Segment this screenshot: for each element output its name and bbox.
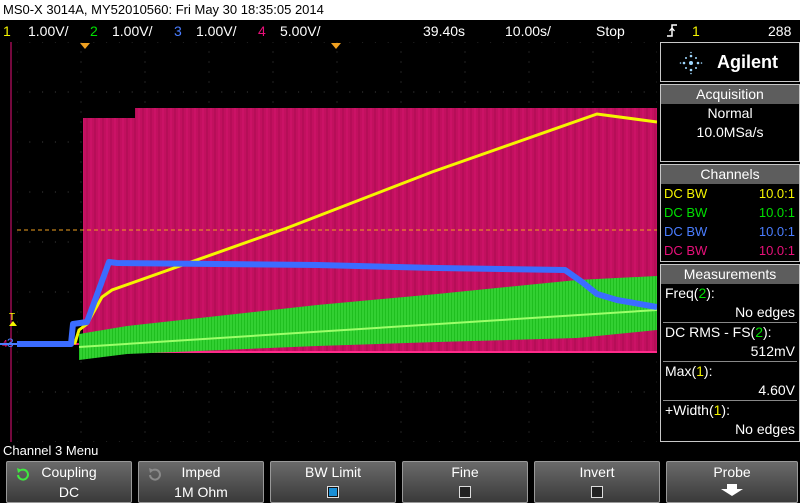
measurement-channel: 2 — [755, 324, 764, 340]
ch4-number[interactable]: 4 — [258, 20, 266, 42]
measurements-header: Measurements — [661, 265, 799, 284]
measurement-value: No edges — [735, 421, 795, 437]
channel-markers: T 4 3 — [0, 42, 17, 442]
channel-row: DC BW 10.0:1 — [661, 203, 799, 222]
measurement-name: Freq(2): — [661, 284, 799, 303]
measurement-label-end: ): — [706, 285, 715, 301]
channel-coupling: DC BW — [664, 186, 708, 201]
ch2-scale: 1.00V/ — [112, 23, 153, 39]
waveform-display[interactable] — [17, 42, 657, 442]
measurement-name: DC RMS - FS(2): — [661, 323, 799, 342]
acquisition-box: Acquisition Normal 10.0MSa/s — [660, 84, 800, 162]
measurement-label: Freq( — [665, 285, 699, 301]
fine-softkey[interactable]: Fine — [402, 461, 528, 503]
measurement-label: +Width( — [665, 402, 714, 418]
imped-label: Imped — [181, 464, 221, 480]
measurement-value: 512mV — [750, 343, 795, 359]
arrow-down-icon — [718, 484, 746, 500]
ch3-number[interactable]: 3 — [174, 20, 182, 42]
coupling-softkey[interactable]: Coupling DC — [6, 461, 132, 503]
measurement-value: 4.60V — [758, 382, 795, 398]
channels-header: Channels — [661, 165, 799, 184]
timebase-scale[interactable]: 10.00s/ — [505, 20, 551, 42]
fine-checkbox[interactable] — [459, 486, 471, 498]
channel-probe-ratio: 10.0:1 — [758, 243, 795, 258]
measurement-label: Max( — [665, 363, 697, 379]
agilent-spark-icon — [679, 51, 703, 80]
trigger-marker-label: T — [9, 312, 15, 323]
acquisition-mode: Normal — [707, 105, 753, 121]
channel-probe-ratio: 10.0:1 — [758, 224, 795, 239]
rotate-knob-icon — [15, 466, 31, 486]
measurement-label-end: ): — [721, 402, 730, 418]
measurement-label-end: ): — [703, 363, 713, 379]
status-bar: 1 1.00V/ 2 1.00V/ 3 1.00V/ 4 5.00V/ 39.4… — [0, 20, 800, 42]
bw-limit-softkey[interactable]: BW Limit — [270, 461, 396, 503]
measurement-value: No edges — [735, 304, 795, 320]
trigger-position-marker[interactable] — [80, 43, 90, 49]
channel-coupling: DC BW — [664, 243, 708, 258]
measurement-name: Max(1): — [661, 362, 799, 381]
probe-label: Probe — [713, 464, 751, 480]
ch2-number[interactable]: 2 — [90, 20, 98, 42]
acquisition-header: Acquisition — [661, 85, 799, 104]
info-panel: Agilent Acquisition Normal 10.0MSa/s Cha… — [660, 42, 800, 442]
invert-softkey[interactable]: Invert — [534, 461, 660, 503]
invert-label: Invert — [579, 464, 615, 480]
menu-title: Channel 3 Menu — [3, 443, 99, 458]
measurement-channel: 1 — [696, 363, 704, 379]
channel-row: DC BW 10.0:1 — [661, 241, 799, 260]
horizontal-delay[interactable]: 39.40s — [423, 20, 465, 42]
channel-probe-ratio: 10.0:1 — [758, 205, 795, 220]
brand-logo: Agilent — [717, 52, 778, 72]
imped-softkey[interactable]: Imped 1M Ohm — [138, 461, 264, 503]
ch1-number[interactable]: 1 — [3, 20, 11, 42]
ch4-scale: 5.00V/ — [280, 23, 321, 39]
brand-box: Agilent — [660, 42, 800, 82]
channel-row: DC BW 10.0:1 — [661, 184, 799, 203]
channels-box: Channels DC BW 10.0:1 DC BW 10.0:1 DC BW 10.0… — [660, 164, 800, 262]
measurement-label: DC RMS - FS( — [665, 324, 756, 340]
fine-label: Fine — [451, 464, 479, 480]
ch1-scale: 1.00V/ — [28, 23, 69, 39]
invert-checkbox[interactable] — [591, 486, 603, 498]
window-title: MS0-X 3014A, MY52010560: Fri May 30 18:3… — [0, 0, 800, 20]
bw-limit-label: BW Limit — [305, 464, 361, 480]
delay-center-marker — [331, 43, 341, 49]
channel-row: DC BW 10.0:1 — [661, 222, 799, 241]
channel-probe-ratio: 10.0:1 — [758, 186, 795, 201]
measurement-name: +Width(1): — [661, 401, 799, 420]
probe-softkey[interactable]: Probe — [666, 461, 798, 503]
channel-coupling: DC BW — [664, 205, 708, 220]
ch3-scale: 1.00V/ — [196, 23, 237, 39]
run-state: Stop — [596, 23, 625, 39]
bw-limit-checkbox[interactable] — [327, 486, 339, 498]
measurements-box: Measurements Freq(2): No edges DC RMS - FS… — [660, 264, 800, 442]
channel-coupling: DC BW — [664, 224, 708, 239]
measurement-label-end: ): — [763, 324, 772, 340]
rotate-knob-icon — [147, 466, 163, 486]
coupling-label: Coupling — [41, 464, 97, 480]
trigger-channel: 1 — [692, 23, 700, 39]
trigger-level[interactable]: 288 — [768, 20, 791, 42]
sample-rate: 10.0MSa/s — [696, 124, 764, 140]
